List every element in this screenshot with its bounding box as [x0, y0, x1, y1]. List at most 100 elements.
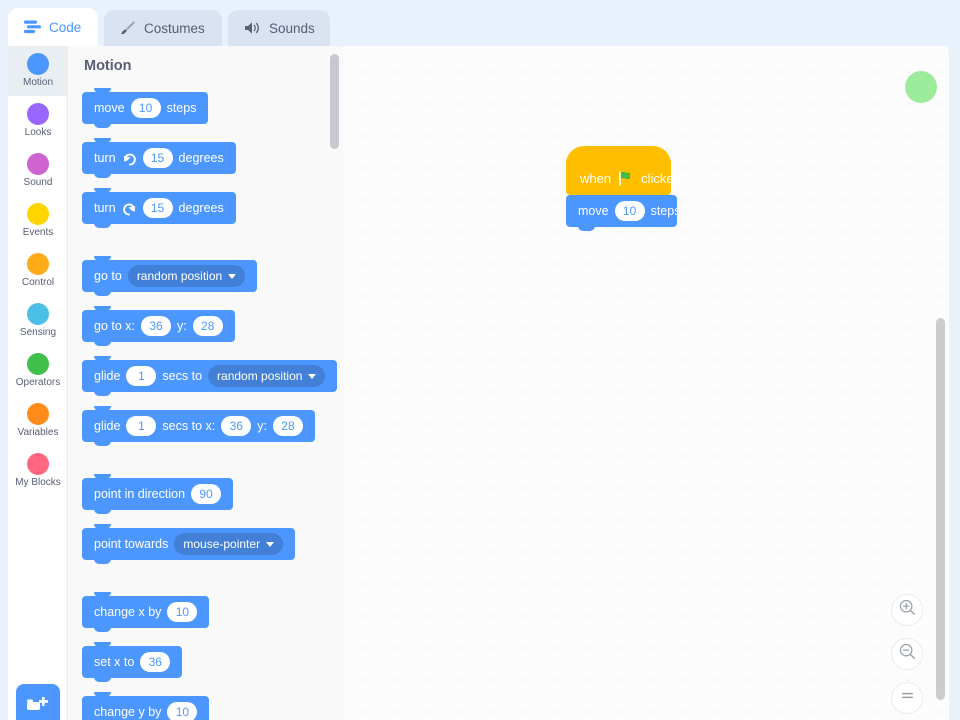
- glide-target-dropdown[interactable]: random position: [208, 365, 326, 387]
- block-label: y:: [257, 419, 267, 433]
- palette-block-change-y-by[interactable]: change y by 10: [82, 692, 210, 720]
- point-direction-input[interactable]: 90: [191, 484, 222, 504]
- zoom-out-icon: [898, 642, 917, 666]
- block-label: point in direction: [94, 487, 186, 501]
- zoom-out-button[interactable]: [891, 638, 923, 670]
- sidebar-item-sound[interactable]: Sound: [8, 146, 68, 196]
- looks-color-dot: [27, 103, 49, 125]
- tab-sounds[interactable]: Sounds: [228, 10, 330, 46]
- go-to-y-input[interactable]: 28: [192, 316, 223, 336]
- tab-costumes[interactable]: Costumes: [104, 10, 222, 46]
- palette-block-go-to-xy[interactable]: go to x: 36 y: 28: [82, 306, 235, 346]
- chevron-down-icon: [228, 273, 237, 279]
- category-sidebar: Motion Looks Sound Events Control Sensin…: [8, 46, 68, 720]
- glide-x-input[interactable]: 36: [221, 416, 252, 436]
- block-label: go to x:: [94, 319, 135, 333]
- tab-code-label: Code: [49, 19, 82, 35]
- editor-panel: Motion Looks Sound Events Control Sensin…: [8, 46, 949, 720]
- glide-secs-input[interactable]: 1: [126, 366, 157, 386]
- chevron-down-icon: [308, 373, 317, 379]
- turn-left-degrees-input[interactable]: 15: [142, 198, 173, 218]
- dropdown-value: random position: [217, 369, 303, 383]
- chevron-down-icon: [266, 541, 275, 547]
- point-towards-dropdown[interactable]: mouse-pointer: [174, 533, 284, 555]
- palette-block-turn-left[interactable]: turn 15 degrees: [82, 188, 236, 228]
- set-x-input[interactable]: 36: [140, 652, 171, 672]
- operators-color-dot: [27, 353, 49, 375]
- block-label: degrees: [178, 201, 224, 215]
- add-extension-button[interactable]: [16, 684, 60, 720]
- block-label: turn: [94, 201, 116, 215]
- change-x-input[interactable]: 10: [167, 602, 198, 622]
- go-to-x-input[interactable]: 36: [141, 316, 171, 336]
- sidebar-item-events-label: Events: [22, 227, 54, 238]
- glide-xy-secs-input[interactable]: 1: [126, 416, 157, 436]
- block-label: glide: [94, 419, 121, 433]
- tab-costumes-label: Costumes: [144, 20, 205, 36]
- zoom-reset-icon: [898, 686, 917, 710]
- scratch-editor-window: Code Costumes Sounds Motion Looks Sound …: [0, 0, 960, 720]
- palette-block-glide-to[interactable]: glide 1 secs to random position: [82, 356, 338, 396]
- palette-block-go-to[interactable]: go to random position: [82, 256, 258, 296]
- motion-color-dot: [27, 53, 49, 75]
- sidebar-item-myblocks-label: My Blocks: [15, 477, 61, 488]
- hat-block-top: [566, 146, 671, 164]
- sidebar-item-control[interactable]: Control: [8, 246, 68, 296]
- palette-block-move-steps[interactable]: move 10 steps: [82, 88, 209, 128]
- control-color-dot: [27, 253, 49, 275]
- sidebar-item-control-label: Control: [21, 277, 55, 288]
- sidebar-item-variables-label: Variables: [17, 427, 59, 438]
- sidebar-item-motion[interactable]: Motion: [8, 46, 68, 96]
- sidebar-item-operators[interactable]: Operators: [8, 346, 68, 396]
- sidebar-item-variables[interactable]: Variables: [8, 396, 68, 446]
- block-label: move: [578, 204, 609, 218]
- block-label: change y by: [94, 705, 162, 719]
- tab-bar: Code Costumes Sounds: [0, 0, 960, 46]
- speaker-icon: [244, 21, 261, 35]
- glide-y-input[interactable]: 28: [272, 416, 303, 436]
- sidebar-item-looks-label: Looks: [24, 127, 52, 138]
- palette-block-change-x-by[interactable]: change x by 10: [82, 592, 210, 632]
- myblocks-color-dot: [27, 453, 49, 475]
- zoom-in-icon: [898, 598, 917, 622]
- block-label: move: [94, 101, 125, 115]
- palette-scrollbar-thumb[interactable]: [330, 54, 339, 149]
- sidebar-item-operators-label: Operators: [15, 377, 61, 388]
- sound-color-dot: [27, 153, 49, 175]
- code-workspace[interactable]: when clicked move 10 steps: [343, 46, 949, 720]
- sidebar-item-myblocks[interactable]: My Blocks: [8, 446, 68, 496]
- move-steps-input[interactable]: 10: [130, 98, 161, 118]
- turn-left-icon: [122, 201, 137, 216]
- sidebar-item-events[interactable]: Events: [8, 196, 68, 246]
- zoom-in-button[interactable]: [891, 594, 923, 626]
- block-move-steps[interactable]: move 10 steps: [566, 195, 680, 231]
- palette-block-point-in-direction[interactable]: point in direction 90: [82, 474, 234, 514]
- workspace-vertical-scrollbar-thumb[interactable]: [936, 318, 945, 700]
- variables-color-dot: [27, 403, 49, 425]
- zoom-reset-button[interactable]: [891, 682, 923, 714]
- sidebar-item-motion-label: Motion: [22, 77, 53, 88]
- palette-block-glide-to-xy[interactable]: glide 1 secs to x: 36 y: 28: [82, 406, 315, 446]
- turn-right-degrees-input[interactable]: 15: [142, 148, 173, 168]
- go-to-target-dropdown[interactable]: random position: [127, 265, 246, 287]
- block-when-flag-clicked[interactable]: when clicked: [566, 146, 681, 199]
- block-palette[interactable]: Motion move 10 steps turn 15 degrees tur…: [68, 46, 343, 720]
- block-label: y:: [177, 319, 187, 333]
- block-label: steps: [166, 101, 197, 115]
- palette-block-point-towards[interactable]: point towards mouse-pointer: [82, 524, 296, 564]
- sidebar-item-looks[interactable]: Looks: [8, 96, 68, 146]
- block-label: change x by: [94, 605, 162, 619]
- block-label: degrees: [178, 151, 224, 165]
- change-y-input[interactable]: 10: [167, 702, 198, 720]
- palette-block-turn-right[interactable]: turn 15 degrees: [82, 138, 236, 178]
- tab-code[interactable]: Code: [8, 8, 98, 46]
- turn-right-icon: [122, 151, 137, 166]
- block-label: secs to x:: [162, 419, 216, 433]
- palette-block-set-x-to[interactable]: set x to 36: [82, 642, 183, 682]
- block-label: go to: [94, 269, 122, 283]
- block-label: turn: [94, 151, 116, 165]
- dropdown-value: random position: [136, 269, 223, 283]
- sidebar-item-sensing[interactable]: Sensing: [8, 296, 68, 346]
- move-steps-input[interactable]: 10: [614, 201, 645, 221]
- script-stack[interactable]: when clicked move 10 steps: [566, 146, 681, 231]
